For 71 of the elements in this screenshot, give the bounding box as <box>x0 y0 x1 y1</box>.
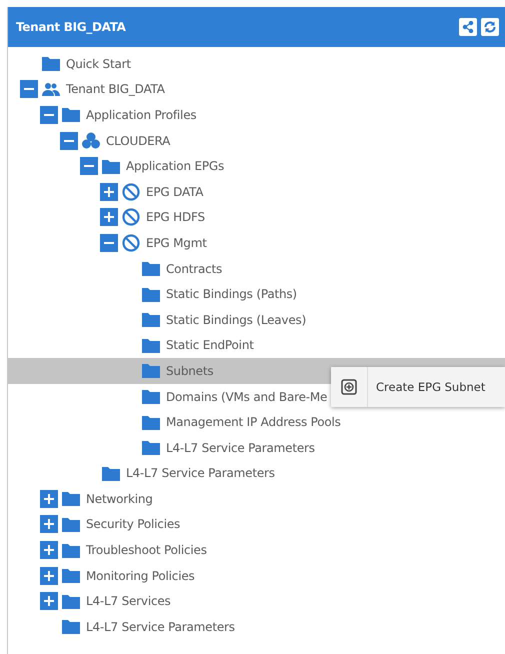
folder-icon <box>42 56 60 72</box>
folder-icon <box>142 363 160 378</box>
plus-icon <box>43 595 55 608</box>
collapse-toggle[interactable] <box>20 80 38 98</box>
tree-item[interactable]: Application Profiles <box>86 108 196 122</box>
share-button[interactable] <box>459 18 477 36</box>
tree-item[interactable]: Domains (VMs and Bare-Me <box>166 390 328 404</box>
folder-icon <box>62 568 80 584</box>
tree-item[interactable]: Troubleshoot Policies <box>86 543 207 558</box>
folder-icon <box>102 158 120 174</box>
tree-item[interactable]: L4-L7 Services <box>86 594 171 608</box>
collapse-toggle[interactable] <box>100 234 118 252</box>
expand-toggle[interactable] <box>100 208 118 226</box>
tree-item[interactable]: Management IP Address Pools <box>166 415 341 430</box>
plus-icon <box>43 570 55 582</box>
tree-item[interactable]: Quick Start <box>66 56 131 71</box>
tree-item[interactable]: Networking <box>86 492 153 506</box>
folder-icon <box>142 261 160 276</box>
tree-item[interactable]: Contracts <box>166 262 222 276</box>
tree-item[interactable]: EPG HDFS <box>146 210 205 224</box>
tree-item[interactable]: Tenant BIG_DATA <box>66 82 165 96</box>
tree-item[interactable]: L4-L7 Service Parameters <box>86 620 235 634</box>
plus-icon <box>43 492 55 505</box>
folder-icon <box>62 594 80 609</box>
tree-item[interactable]: Security Policies <box>86 517 180 532</box>
no-entry-icon <box>122 208 140 226</box>
folder-icon <box>142 338 160 353</box>
expand-toggle[interactable] <box>100 182 118 201</box>
folder-icon <box>62 107 80 122</box>
folder-icon <box>62 619 80 634</box>
users-icon <box>42 82 60 97</box>
folder-icon <box>142 389 160 404</box>
tree-item[interactable]: L4-L7 Service Parameters <box>166 440 315 455</box>
tree-item[interactable]: Subnets <box>166 364 214 378</box>
plus-icon <box>103 186 115 198</box>
plus-icon <box>103 211 115 224</box>
no-entry-icon <box>122 182 140 201</box>
folder-icon <box>142 286 160 302</box>
expand-toggle[interactable] <box>40 592 58 610</box>
tree-item[interactable]: EPG Mgmt <box>146 236 207 250</box>
expand-toggle[interactable] <box>40 566 58 585</box>
plus-icon <box>43 518 55 530</box>
tree-item[interactable]: EPG DATA <box>146 184 204 199</box>
no-entry-icon <box>122 234 140 252</box>
share-icon <box>462 21 474 33</box>
refresh-button[interactable] <box>481 18 499 36</box>
expand-toggle[interactable] <box>40 541 58 560</box>
folder-icon <box>142 440 160 456</box>
folder-icon <box>62 516 80 532</box>
folder-icon <box>142 414 160 430</box>
cluster-icon <box>82 132 100 150</box>
tree-item[interactable]: Static Bindings (Paths) <box>166 287 297 302</box>
tree-item[interactable]: Static EndPoint <box>166 338 254 352</box>
tree-item[interactable]: Application EPGs <box>126 159 224 174</box>
expand-toggle[interactable] <box>40 515 58 534</box>
folder-icon <box>62 542 80 558</box>
collapse-toggle[interactable] <box>40 106 58 124</box>
collapse-toggle[interactable] <box>80 157 98 176</box>
folder-icon <box>62 491 80 506</box>
expand-toggle[interactable] <box>40 490 58 508</box>
add-icon <box>341 379 357 395</box>
folder-icon <box>102 466 120 481</box>
plus-icon <box>43 544 55 556</box>
tree-item[interactable]: L4-L7 Service Parameters <box>126 466 275 480</box>
tree-item[interactable]: CLOUDERA <box>106 134 170 148</box>
tree-item[interactable]: Monitoring Policies <box>86 568 195 583</box>
tree-item[interactable]: Static Bindings (Leaves) <box>166 312 306 327</box>
panel-title: Tenant BIG_DATA <box>16 20 127 34</box>
collapse-toggle[interactable] <box>60 132 78 150</box>
refresh-icon <box>483 20 497 34</box>
folder-icon <box>142 312 160 328</box>
